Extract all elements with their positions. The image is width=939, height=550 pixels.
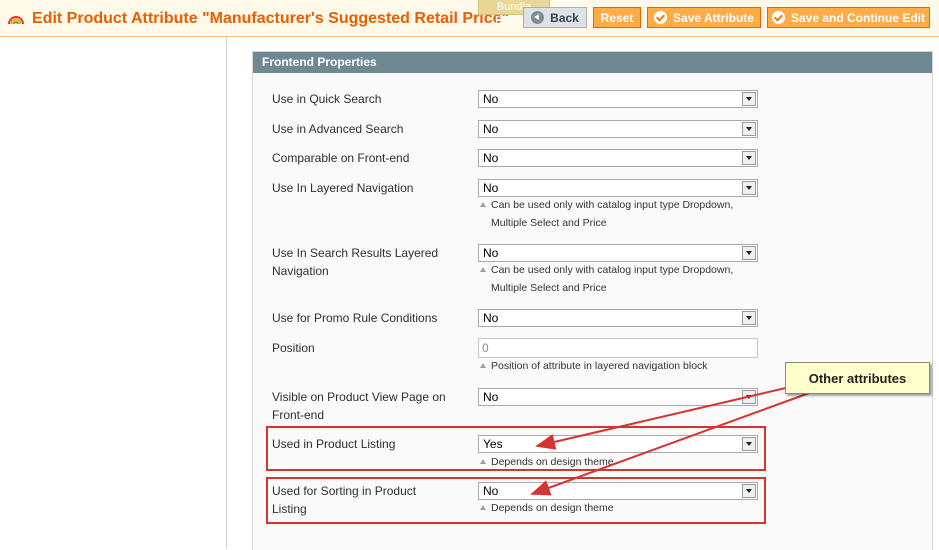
note-triangle-icon (480, 202, 486, 207)
note-triangle-icon (480, 505, 486, 510)
other-attributes-callout: Other attributes (785, 362, 930, 394)
chevron-down-icon (742, 181, 756, 195)
note-line: Multiple Select and Price (491, 216, 607, 229)
note-line: Multiple Select and Price (491, 281, 607, 294)
back-button-label: Back (550, 10, 579, 25)
layered-nav-label: Use In Layered Navigation (272, 181, 414, 195)
sorting-label: Used for Sorting in Product Listing (272, 482, 416, 518)
note-line: Can be used only with catalog input type… (491, 199, 734, 211)
search-layered-nav-value: No (483, 246, 499, 260)
reset-button-label: Reset (600, 10, 634, 25)
label-line: Front-end (272, 408, 325, 422)
chevron-down-icon (742, 390, 756, 404)
checkmark-icon (771, 11, 785, 24)
chevron-down-icon (742, 311, 756, 325)
reset-button[interactable]: Reset (593, 7, 641, 28)
back-arrow-icon (531, 11, 545, 24)
note-triangle-icon (480, 459, 486, 464)
page-title: Edit Product Attribute "Manufacturer's S… (32, 10, 510, 27)
label-line: Navigation (272, 264, 329, 278)
checkmark-icon (654, 11, 668, 24)
label-line: Visible on Product View Page on (272, 390, 446, 404)
sorting-value: No (483, 484, 499, 498)
search-layered-nav-select[interactable]: No (478, 244, 758, 262)
label-line: Use In Search Results Layered (272, 246, 439, 260)
label-line: Used for Sorting in Product (272, 484, 417, 498)
save-attribute-label: Save Attribute (673, 10, 754, 25)
save-continue-label: Save and Continue Edit (790, 10, 925, 25)
quick-search-label: Use in Quick Search (272, 92, 382, 106)
advanced-search-label: Use in Advanced Search (272, 122, 404, 136)
save-attribute-button[interactable]: Save Attribute (647, 7, 761, 28)
promo-rule-select[interactable]: No (478, 309, 758, 327)
visible-on-view-value: No (483, 390, 499, 404)
product-listing-select[interactable]: Yes (478, 435, 758, 453)
product-listing-value: Yes (483, 437, 503, 451)
product-listing-note: Depends on design theme (480, 454, 760, 472)
sorting-select[interactable]: No (478, 482, 758, 500)
advanced-search-select[interactable]: No (478, 120, 758, 138)
left-sidebar (0, 37, 227, 549)
note-triangle-icon (480, 363, 486, 368)
note-triangle-icon (480, 267, 486, 272)
position-note: Position of attribute in layered navigat… (480, 358, 760, 376)
back-button[interactable]: Back (523, 7, 587, 28)
chevron-down-icon (742, 92, 756, 106)
visible-on-view-select[interactable]: No (478, 388, 758, 406)
comparable-select[interactable]: No (478, 149, 758, 167)
note-line: Can be used only with catalog input type… (491, 264, 734, 276)
layered-nav-note: Can be used only with catalog input type… (480, 197, 760, 232)
chevron-down-icon (742, 246, 756, 260)
product-listing-label: Used in Product Listing (272, 437, 396, 451)
note-line: Depends on design theme (491, 456, 614, 468)
chevron-down-icon (742, 122, 756, 136)
layered-nav-value: No (483, 181, 499, 195)
chevron-down-icon (742, 437, 756, 451)
position-label: Position (272, 341, 315, 355)
chevron-down-icon (742, 151, 756, 165)
note-line: Position of attribute in layered navigat… (491, 360, 708, 372)
label-line: Listing (272, 502, 307, 516)
rainbow-icon (8, 16, 24, 25)
advanced-search-value: No (483, 122, 499, 136)
search-layered-nav-label: Use In Search Results Layered Navigation (272, 244, 438, 280)
layered-nav-select[interactable]: No (478, 179, 758, 197)
search-layered-nav-note: Can be used only with catalog input type… (480, 262, 760, 297)
visible-on-view-label: Visible on Product View Page on Front-en… (272, 388, 446, 424)
promo-rule-label: Use for Promo Rule Conditions (272, 311, 438, 325)
chevron-down-icon (742, 484, 756, 498)
promo-rule-value: No (483, 311, 499, 325)
comparable-label: Comparable on Front-end (272, 151, 410, 165)
position-input[interactable]: 0 (478, 338, 758, 358)
comparable-value: No (483, 151, 499, 165)
quick-search-value: No (483, 92, 499, 106)
page-header: Edit Product Attribute "Manufacturer's S… (0, 0, 939, 37)
fieldset-title: Frontend Properties (253, 52, 932, 73)
quick-search-select[interactable]: No (478, 90, 758, 108)
save-continue-button[interactable]: Save and Continue Edit (767, 7, 930, 28)
note-line: Depends on design theme (491, 502, 614, 514)
sorting-note: Depends on design theme (480, 500, 760, 518)
